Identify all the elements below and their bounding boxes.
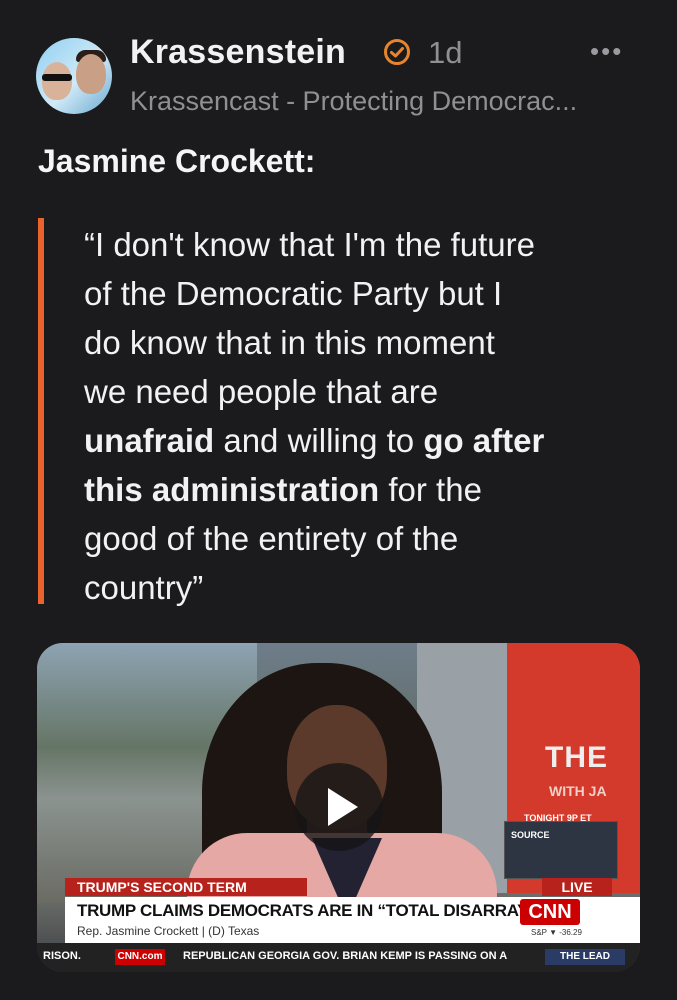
post-age: 1d <box>428 35 463 70</box>
chyron-topic: TRUMP'S SECOND TERM <box>65 878 307 896</box>
play-button[interactable] <box>295 763 383 851</box>
chyron-right-pad <box>612 897 640 943</box>
quote-line: “I don't know that I'm the future <box>84 226 535 263</box>
ticker-show-badge: THE LEAD <box>545 949 625 965</box>
ticker-cnn-badge: CNN.com <box>115 949 165 965</box>
avatar-face-left <box>42 62 72 100</box>
avatar-face-right <box>76 54 106 94</box>
live-badge: LIVE <box>542 878 612 896</box>
stock-ticker: S&P ▼ -36.29 <box>531 928 582 937</box>
quote-line: we need people that are <box>84 373 439 410</box>
quote-line: good of the entirety of the <box>84 520 459 557</box>
video-thumbnail[interactable]: THE WITH JA TONIGHT 9P ET SOURCE TRUMP'S… <box>37 643 640 972</box>
ticker-text: REPUBLICAN GEORGIA GOV. BRIAN KEMP IS PA… <box>183 950 508 962</box>
play-icon <box>328 788 358 826</box>
more-options-icon[interactable]: ••• <box>590 36 623 67</box>
chyron-headline: TRUMP CLAIMS DEMOCRATS ARE IN “TOTAL DIS… <box>77 901 537 920</box>
quote-line: of the Democratic Party but I <box>84 275 503 312</box>
post-heading: Jasmine Crockett: <box>38 143 316 179</box>
chyron-name: Rep. Jasmine Crockett | (D) Texas <box>77 924 260 938</box>
ticker-left-text: RISON. <box>43 950 81 962</box>
promo-label: SOURCE <box>511 830 550 840</box>
quote-line: this administration for the <box>84 471 482 508</box>
promo-box: SOURCE <box>504 821 618 879</box>
news-ticker: RISON. CNN.com REPUBLICAN GEORGIA GOV. B… <box>37 943 640 972</box>
post-quote: “I don't know that I'm the future of the… <box>84 220 644 612</box>
quote-line: country” <box>84 569 204 606</box>
author-subtitle[interactable]: Krassencast - Protecting Democrac... <box>130 86 577 117</box>
quote-accent-bar <box>38 218 44 604</box>
author-avatar[interactable] <box>36 38 112 114</box>
avatar-sunglasses <box>42 74 72 81</box>
author-name[interactable]: Krassenstein <box>130 33 346 72</box>
quote-line: unafraid and willing to go after <box>84 422 545 459</box>
verified-badge-icon <box>384 39 410 65</box>
studio-sign-subtext: WITH JA <box>549 783 607 799</box>
cnn-logo: CNN <box>520 899 580 925</box>
studio-sign-text: THE <box>545 741 608 774</box>
quote-line: do know that in this moment <box>84 324 495 361</box>
